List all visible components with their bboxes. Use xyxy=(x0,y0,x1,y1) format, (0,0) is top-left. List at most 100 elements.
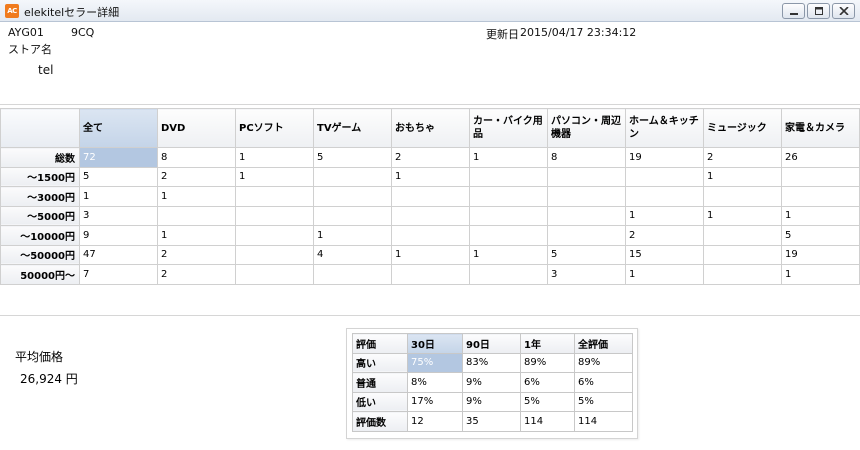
column-header[interactable]: 全て xyxy=(79,108,158,148)
table-cell[interactable] xyxy=(469,205,548,226)
table-cell[interactable]: 1 xyxy=(703,166,782,187)
rating-row-header[interactable]: 高い xyxy=(352,352,408,373)
column-header[interactable]: カー・バイク用品 xyxy=(469,108,548,148)
table-cell[interactable]: 19 xyxy=(625,147,704,168)
table-row[interactable]: ～50000円 47 2 4 1 1 5 15 19 xyxy=(0,244,860,265)
table-cell[interactable] xyxy=(391,225,470,246)
table-cell[interactable]: 3 xyxy=(79,205,158,226)
table-cell[interactable]: 8 xyxy=(157,147,236,168)
table-row[interactable]: ～10000円 9 1 1 2 5 xyxy=(0,225,860,246)
table-cell[interactable] xyxy=(391,186,470,207)
rating-row[interactable]: 評価数 12 35 114 114 xyxy=(352,411,633,432)
row-header[interactable]: ～10000円 xyxy=(0,225,80,246)
table-cell[interactable]: 1 xyxy=(469,244,548,265)
table-cell[interactable]: 47 xyxy=(79,244,158,265)
rating-cell[interactable]: 9% xyxy=(462,372,521,393)
table-cell[interactable]: 1 xyxy=(157,225,236,246)
table-cell[interactable]: 1 xyxy=(625,264,704,285)
table-cell[interactable]: 9 xyxy=(79,225,158,246)
rating-cell[interactable]: 6% xyxy=(574,372,633,393)
table-cell[interactable]: 2 xyxy=(157,166,236,187)
table-cell[interactable] xyxy=(469,186,548,207)
column-header[interactable]: ホーム＆キッチン xyxy=(625,108,704,148)
table-cell[interactable]: 1 xyxy=(625,205,704,226)
rating-cell[interactable]: 12 xyxy=(407,411,463,432)
table-cell[interactable]: 72 xyxy=(79,147,158,168)
table-cell[interactable] xyxy=(391,205,470,226)
table-cell[interactable] xyxy=(547,205,626,226)
table-cell[interactable] xyxy=(547,186,626,207)
row-header[interactable]: 50000円～ xyxy=(0,264,80,285)
column-header[interactable]: DVD xyxy=(157,108,236,148)
table-cell[interactable]: 2 xyxy=(157,264,236,285)
column-header[interactable]: TVゲーム xyxy=(313,108,392,148)
table-cell[interactable] xyxy=(703,244,782,265)
table-cell[interactable] xyxy=(469,264,548,285)
table-cell[interactable] xyxy=(313,205,392,226)
row-header[interactable]: ～5000円 xyxy=(0,205,80,226)
rating-column-header[interactable]: 全評価 xyxy=(574,333,633,354)
rating-cell[interactable]: 5% xyxy=(574,391,633,412)
table-cell[interactable]: 8 xyxy=(547,147,626,168)
rating-cell[interactable]: 17% xyxy=(407,391,463,412)
table-cell[interactable]: 5 xyxy=(781,225,860,246)
rating-column-header[interactable]: 30日 xyxy=(407,333,463,354)
row-header[interactable]: ～3000円 xyxy=(0,186,80,207)
table-cell[interactable] xyxy=(625,186,704,207)
table-cell[interactable]: 1 xyxy=(235,147,314,168)
table-cell[interactable]: 26 xyxy=(781,147,860,168)
column-header[interactable]: パソコン・周辺機器 xyxy=(547,108,626,148)
table-row[interactable]: 50000円～ 7 2 3 1 1 xyxy=(0,264,860,285)
table-cell[interactable] xyxy=(157,205,236,226)
table-cell[interactable]: 2 xyxy=(703,147,782,168)
table-cell[interactable] xyxy=(547,166,626,187)
table-cell[interactable] xyxy=(781,166,860,187)
rating-row[interactable]: 低い 17% 9% 5% 5% xyxy=(352,391,633,412)
table-cell[interactable]: 1 xyxy=(391,244,470,265)
table-cell[interactable]: 5 xyxy=(313,147,392,168)
table-row[interactable]: ～5000円 3 1 1 1 xyxy=(0,205,860,226)
rating-cell[interactable]: 89% xyxy=(520,352,575,373)
table-cell[interactable]: 1 xyxy=(781,264,860,285)
row-header[interactable]: ～1500円 xyxy=(0,166,80,187)
row-header[interactable]: ～50000円 xyxy=(0,244,80,265)
rating-cell[interactable]: 5% xyxy=(520,391,575,412)
rating-cell[interactable]: 6% xyxy=(520,372,575,393)
rating-cell[interactable]: 83% xyxy=(462,352,521,373)
rating-cell[interactable]: 35 xyxy=(462,411,521,432)
column-header[interactable]: PCソフト xyxy=(235,108,314,148)
rating-cell[interactable]: 75% xyxy=(407,352,463,373)
maximize-button[interactable] xyxy=(807,3,830,19)
rating-cell[interactable]: 9% xyxy=(462,391,521,412)
table-cell[interactable] xyxy=(547,225,626,246)
table-cell[interactable] xyxy=(235,264,314,285)
table-cell[interactable]: 2 xyxy=(391,147,470,168)
table-cell[interactable] xyxy=(313,264,392,285)
row-header[interactable]: 総数 xyxy=(0,147,80,168)
table-cell[interactable]: 3 xyxy=(547,264,626,285)
column-header[interactable]: ミュージック xyxy=(703,108,782,148)
table-cell[interactable]: 19 xyxy=(781,244,860,265)
column-header[interactable]: おもちゃ xyxy=(391,108,470,148)
table-cell[interactable] xyxy=(235,225,314,246)
table-row[interactable]: ～1500円 5 2 1 1 1 xyxy=(0,166,860,187)
table-cell[interactable]: 2 xyxy=(625,225,704,246)
table-cell[interactable] xyxy=(469,166,548,187)
table-cell[interactable] xyxy=(391,264,470,285)
column-header[interactable]: 家電＆カメラ xyxy=(781,108,860,148)
table-cell[interactable]: 15 xyxy=(625,244,704,265)
table-cell[interactable]: 1 xyxy=(391,166,470,187)
table-cell[interactable]: 5 xyxy=(547,244,626,265)
table-cell[interactable] xyxy=(703,186,782,207)
table-cell[interactable]: 1 xyxy=(157,186,236,207)
table-cell[interactable] xyxy=(469,225,548,246)
rating-column-header[interactable]: 1年 xyxy=(520,333,575,354)
table-cell[interactable]: 5 xyxy=(79,166,158,187)
table-row[interactable]: ～3000円 1 1 xyxy=(0,186,860,207)
table-cell[interactable] xyxy=(703,225,782,246)
table-cell[interactable]: 1 xyxy=(235,166,314,187)
rating-row-header[interactable]: 評価数 xyxy=(352,411,408,432)
table-cell[interactable] xyxy=(781,186,860,207)
table-cell[interactable]: 1 xyxy=(79,186,158,207)
close-button[interactable] xyxy=(832,3,855,19)
